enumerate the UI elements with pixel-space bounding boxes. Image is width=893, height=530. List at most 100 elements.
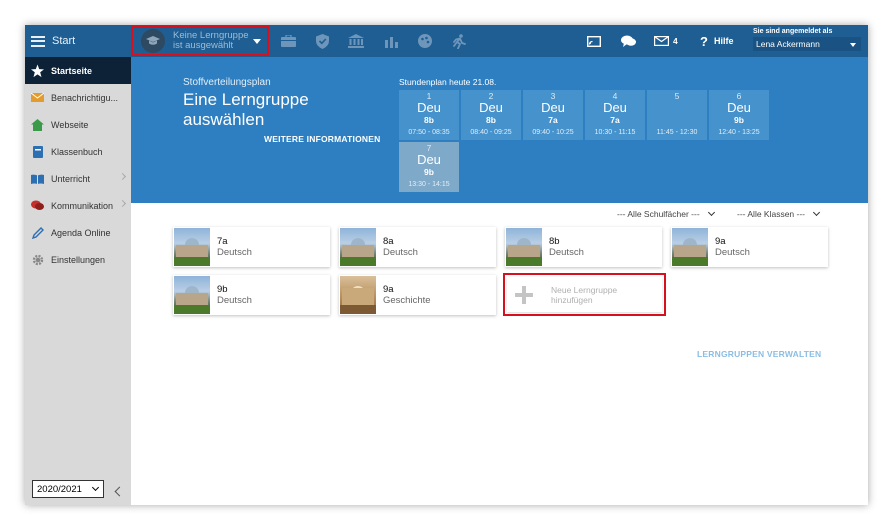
briefcase-icon[interactable]	[280, 33, 296, 49]
help-button[interactable]: ? Hilfe	[700, 25, 733, 57]
graduation-cap-icon	[141, 29, 165, 53]
slot-number: 5	[674, 91, 680, 101]
schedule-slot[interactable]: 3 Deu 7a 09:40 - 10:25	[523, 90, 583, 140]
bar-chart-icon[interactable]	[383, 33, 399, 49]
group-card[interactable]: 9a Deutsch	[671, 227, 828, 267]
sidebar-item-label: Agenda Online	[51, 227, 111, 238]
hero-panel: Stoffverteilungsplan Eine Lerngruppe aus…	[131, 57, 868, 203]
caret-down-icon	[253, 38, 261, 44]
schedule-slot[interactable]: 5 11:45 - 12:30	[647, 90, 707, 140]
envelope-icon	[654, 36, 669, 46]
add-group-line1: Neue Lerngruppe	[551, 284, 618, 295]
mail-button[interactable]: 4	[654, 25, 678, 57]
school-year-select[interactable]: 2020/2021	[32, 480, 104, 498]
group-thumbnail	[672, 228, 708, 266]
start-button[interactable]: Start	[25, 25, 131, 57]
sidebar-item-agenda-online[interactable]: Agenda Online	[25, 219, 131, 246]
chevron-down-icon	[707, 208, 715, 217]
group-subject: Geschichte	[383, 295, 431, 306]
group-card[interactable]: 9a Geschichte	[339, 275, 496, 315]
slot-time: 12:40 - 13:25	[718, 129, 760, 136]
sidebar-item-label: Benachrichtigu...	[51, 92, 119, 103]
slot-subject: Deu	[727, 100, 751, 115]
slot-subject: Deu	[479, 100, 503, 115]
page-title: Eine Lerngruppe auswählen	[183, 90, 309, 129]
school-year-value: 2020/2021	[37, 483, 82, 495]
chevron-right-icon	[118, 172, 127, 181]
user-select[interactable]: Lena Ackermann	[753, 37, 861, 51]
sidebar-item-label: Einstellungen	[51, 254, 106, 265]
login-box[interactable]: Sie sind angemeldet als Lena Ackermann	[753, 28, 861, 55]
sidebar: Startseite Benachrichtigu... Webseite Kl…	[25, 57, 131, 505]
envelope-icon	[31, 91, 44, 104]
mail-count-badge: 4	[673, 36, 678, 46]
subject-filter-select[interactable]: --- Alle Schulfächer ---	[617, 208, 715, 219]
sidebar-item-unterricht[interactable]: Unterricht	[25, 165, 131, 192]
group-thumbnail	[340, 228, 376, 266]
chat-icon[interactable]	[621, 25, 636, 57]
group-class: 8a	[383, 236, 394, 247]
class-filter-select[interactable]: --- Alle Klassen ---	[737, 208, 821, 219]
slot-class: 8b	[486, 115, 496, 125]
slot-class: 9b	[734, 115, 744, 125]
menu-icon	[31, 35, 45, 47]
sidebar-item-label: Klassenbuch	[51, 146, 103, 157]
group-card[interactable]: 8b Deutsch	[505, 227, 662, 267]
group-thumbnail	[340, 276, 376, 314]
collapse-sidebar-icon[interactable]	[114, 486, 125, 497]
schedule-slot[interactable]: 6 Deu 9b 12:40 - 13:25	[709, 90, 769, 140]
palette-icon[interactable]	[417, 33, 433, 49]
slot-subject	[647, 101, 707, 115]
institution-icon[interactable]	[348, 33, 364, 49]
slot-time: 13:30 - 14:15	[408, 181, 450, 188]
manage-groups-link[interactable]: LERNGRUPPEN VERWALTEN	[697, 349, 821, 359]
group-subject: Deutsch	[715, 247, 750, 258]
slot-class: 9b	[424, 167, 434, 177]
sidebar-item-kommunikation[interactable]: Kommunikation	[25, 192, 131, 219]
schedule-slot[interactable]: 7 Deu 9b 13:30 - 14:15	[399, 142, 459, 192]
group-card[interactable]: 9b Deutsch	[173, 275, 330, 315]
slot-subject: Deu	[541, 100, 565, 115]
schedule-slot[interactable]: 4 Deu 7a 10:30 - 11:15	[585, 90, 645, 140]
schedule-slot[interactable]: 1 Deu 8b 07:50 - 08:35	[399, 90, 459, 140]
sidebar-item-label: Webseite	[51, 119, 89, 130]
group-class: 9b	[217, 284, 228, 295]
sidebar-item-webseite[interactable]: Webseite	[25, 111, 131, 138]
chevron-down-icon	[91, 483, 100, 492]
running-icon[interactable]	[451, 33, 467, 49]
gear-icon	[31, 253, 44, 266]
group-select[interactable]: Keine Lerngruppe ist ausgewählt	[131, 26, 269, 56]
group-card[interactable]: 7a Deutsch	[173, 227, 330, 267]
slot-time: 08:40 - 09:25	[470, 129, 512, 136]
sidebar-item-klassenbuch[interactable]: Klassenbuch	[25, 138, 131, 165]
more-info-link[interactable]: WEITERE INFORMATIONEN	[264, 134, 380, 144]
subject-filter-value: --- Alle Schulfächer ---	[617, 209, 700, 219]
sidebar-item-label: Kommunikation	[51, 200, 114, 211]
pencil-icon	[31, 226, 44, 239]
start-label: Start	[52, 35, 76, 47]
group-subject: Deutsch	[549, 247, 584, 258]
group-class: 8b	[549, 236, 560, 247]
slot-class: 7a	[610, 115, 620, 125]
add-group-button[interactable]: Neue Lerngruppe hinzufügen	[507, 277, 662, 312]
slot-subject: Deu	[417, 152, 441, 167]
group-subject: Deutsch	[217, 247, 252, 258]
sidebar-item-label: Startseite	[51, 65, 93, 76]
group-card[interactable]: 8a Deutsch	[339, 227, 496, 267]
screen-share-icon[interactable]	[587, 25, 601, 57]
sidebar-item-startseite[interactable]: Startseite	[25, 57, 131, 84]
schedule-title: Stundenplan heute 21.08.	[399, 77, 497, 87]
sidebar-item-label: Unterricht	[51, 173, 91, 184]
sidebar-item-einstellungen[interactable]: Einstellungen	[25, 246, 131, 273]
slot-time: 10:30 - 11:15	[594, 129, 636, 136]
sidebar-item-benachrichtigungen[interactable]: Benachrichtigu...	[25, 84, 131, 111]
caret-down-icon	[850, 43, 856, 47]
slot-time: 09:40 - 10:25	[532, 129, 574, 136]
schedule-slot[interactable]: 2 Deu 8b 08:40 - 09:25	[461, 90, 521, 140]
slot-class	[647, 115, 707, 126]
group-select-label: Keine Lerngruppe ist ausgewählt	[173, 31, 249, 51]
add-group-card[interactable]: Neue Lerngruppe hinzufügen	[503, 273, 666, 316]
hero-subtitle: Stoffverteilungsplan	[183, 77, 271, 88]
group-class: 7a	[217, 236, 228, 247]
shield-icon[interactable]	[314, 33, 330, 49]
